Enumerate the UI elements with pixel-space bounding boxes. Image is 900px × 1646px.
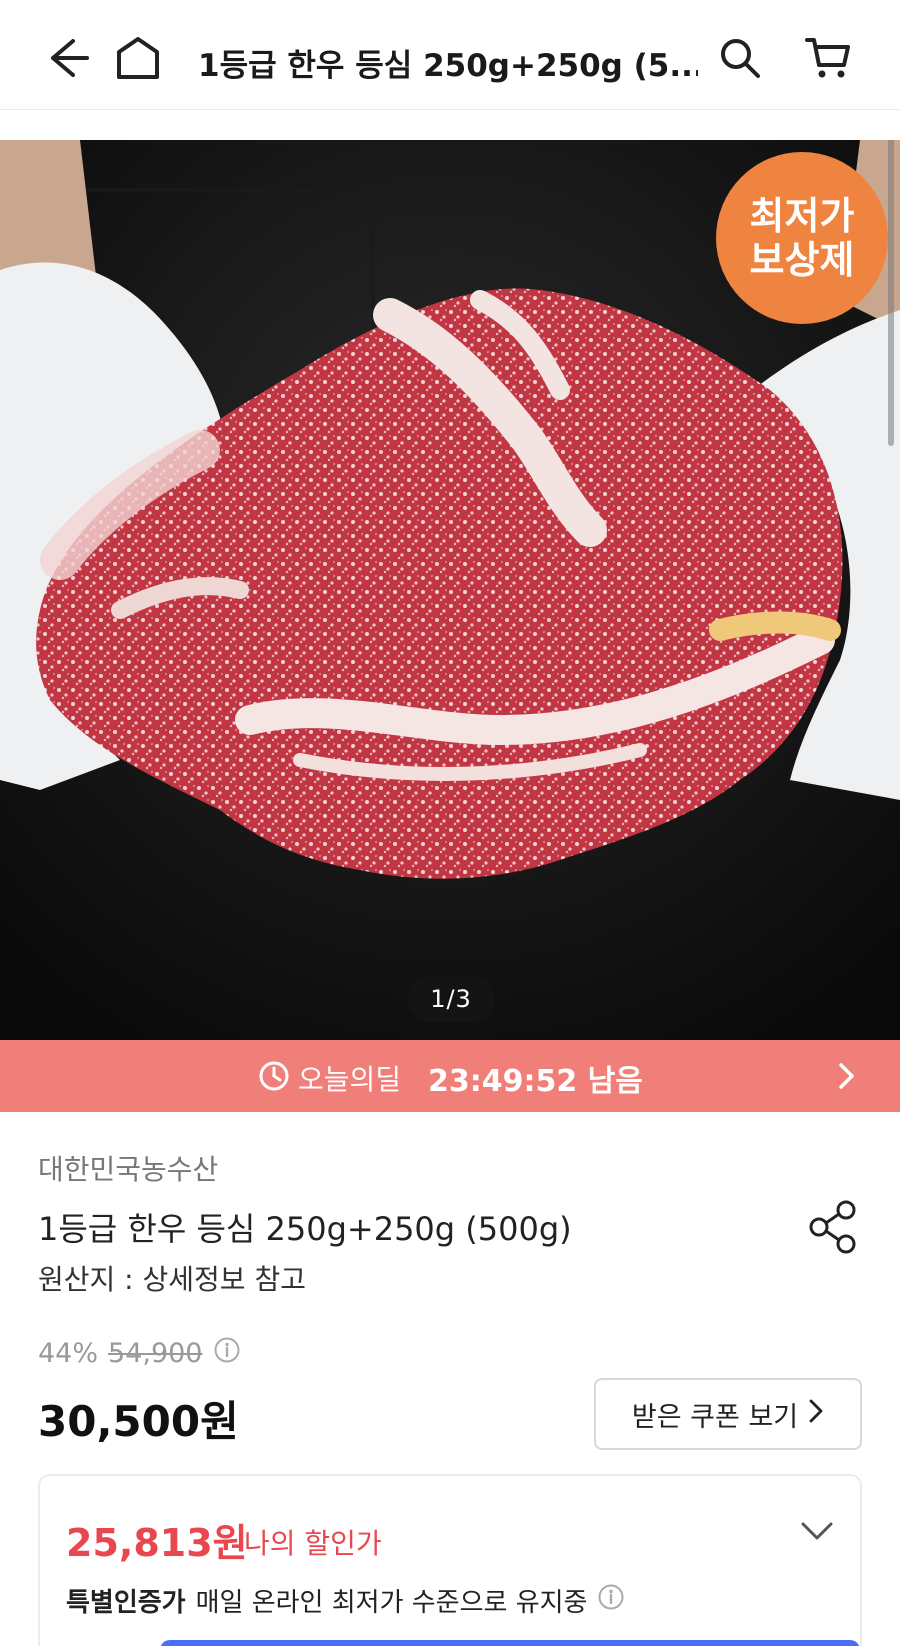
my-discount-label: 나의 할인가 [244, 1527, 382, 1560]
special-certified-price-note: 특별인증가 매일 온라인 최저가 수준으로 유지중 [66, 1582, 625, 1619]
discount-row: 44% 54,900 [38, 1336, 241, 1371]
view-coupons-button[interactable]: 받은 쿠폰 보기 [594, 1378, 862, 1450]
product-title: 1등급 한우 등심 250g+250g (500g) [38, 1210, 572, 1248]
bottom-action-bar-edge [160, 1640, 860, 1646]
sale-price: 30,500원 [38, 1397, 239, 1446]
origin-info: 원산지 : 상세정보 참고 [38, 1263, 306, 1296]
deal-label: 오늘의딜 [298, 1063, 402, 1096]
cart-icon[interactable] [800, 30, 856, 86]
home-icon[interactable] [110, 30, 166, 86]
todays-deal-banner[interactable]: 오늘의딜 23:49:52 남음 [0, 1040, 900, 1112]
special-certified-label: 특별인증가 [66, 1588, 186, 1618]
info-icon[interactable] [597, 1583, 625, 1618]
info-icon[interactable] [213, 1336, 241, 1371]
chevron-down-icon[interactable] [800, 1520, 834, 1546]
page-title: 1등급 한우 등심 250g+250g (5... [198, 48, 698, 84]
share-icon[interactable] [806, 1198, 862, 1260]
top-navigation-bar: 1등급 한우 등심 250g+250g (5... [0, 0, 900, 110]
back-arrow-icon[interactable] [38, 30, 94, 86]
chevron-right-icon [808, 1398, 824, 1431]
image-page-counter: 1/3 [408, 976, 494, 1022]
special-certified-text: 매일 온라인 최저가 수준으로 유지중 [195, 1588, 588, 1618]
deal-countdown: 23:49:52 남음 [428, 1064, 643, 1099]
clock-icon [258, 1060, 290, 1096]
scroll-indicator[interactable] [888, 140, 894, 446]
discount-rate: 44% [38, 1338, 99, 1369]
chevron-right-icon[interactable] [836, 1061, 858, 1095]
lowest-price-guarantee-badge: 최저가 보상제 [716, 152, 888, 324]
original-price: 54,900 [108, 1338, 203, 1369]
my-discount-price-card[interactable]: 25,813원 나의 할인가 특별인증가 매일 온라인 최저가 수준으로 유지중 [38, 1474, 862, 1646]
my-discount-price: 25,813원 [66, 1521, 248, 1565]
search-icon[interactable] [712, 30, 768, 86]
seller-name[interactable]: 대한민국농수산 [38, 1148, 218, 1188]
